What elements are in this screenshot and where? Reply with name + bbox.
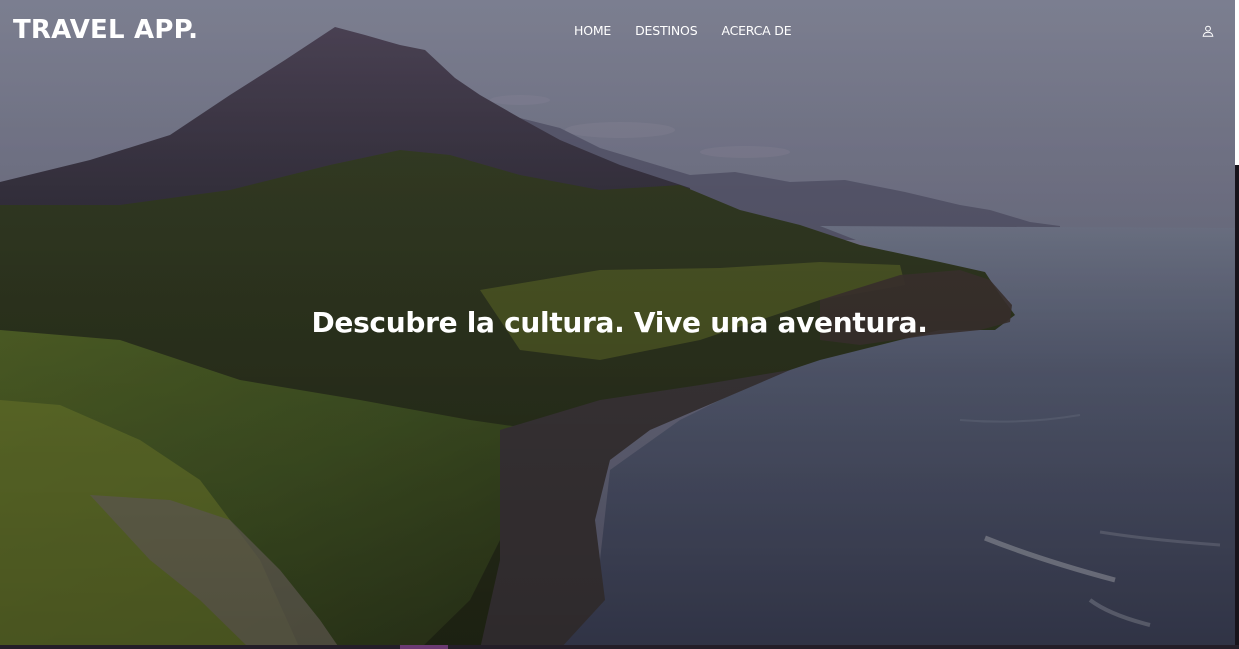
main-nav: HOME DESTINOS ACERCA DE: [562, 22, 803, 40]
user-account-button[interactable]: [1199, 22, 1217, 40]
hero-section: TRAVEL APP. HOME DESTINOS ACERCA DE Desc…: [0, 0, 1239, 649]
top-navigation-bar: TRAVEL APP. HOME DESTINOS ACERCA DE: [0, 0, 1239, 62]
nav-home-link[interactable]: HOME: [562, 22, 623, 40]
scrollbar-thumb[interactable]: [1235, 0, 1239, 165]
nav-acerca-de-link[interactable]: ACERCA DE: [709, 22, 803, 40]
page-scrollbar[interactable]: [1235, 0, 1239, 649]
brand-logo[interactable]: TRAVEL APP.: [13, 14, 198, 46]
user-icon: [1202, 25, 1214, 37]
nav-destinos-link[interactable]: DESTINOS: [623, 22, 709, 40]
hero-headline: Descubre la cultura. Vive una aventura.: [311, 306, 928, 339]
bottom-edge-strip: [0, 645, 1239, 649]
bottom-accent: [400, 645, 448, 649]
